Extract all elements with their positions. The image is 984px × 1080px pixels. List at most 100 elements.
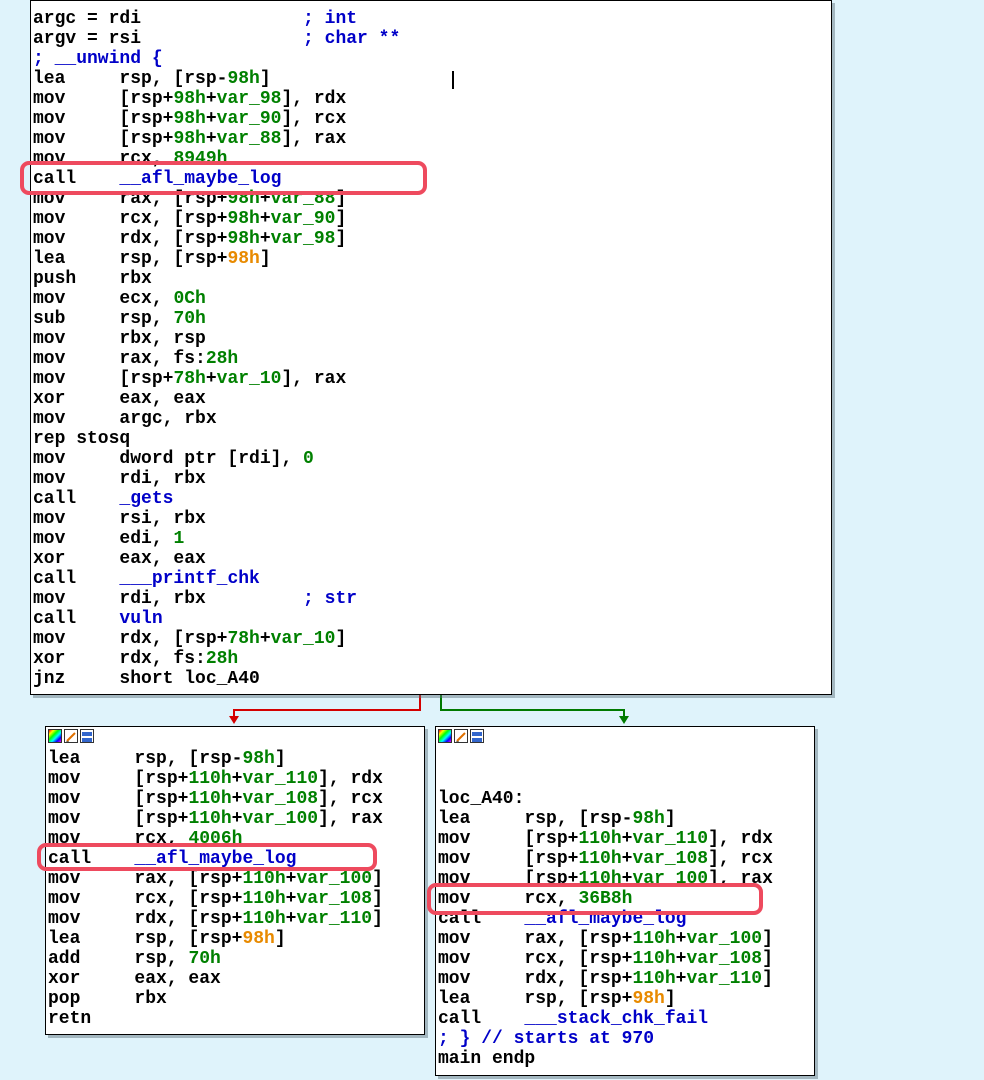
code-line[interactable]: loc_A40: (438, 789, 814, 809)
code-line[interactable]: mov [rsp+110h+var_108], rcx (48, 789, 424, 809)
code-token: ], rdx (318, 769, 383, 789)
code-line[interactable]: pop rbx (48, 989, 424, 1009)
code-token: var_108 (686, 949, 763, 969)
code-token: 28h (205, 349, 239, 369)
code-line[interactable]: lea rsp, [rsp+98h] (48, 929, 424, 949)
code-token: var_98 (270, 229, 336, 249)
code-token: rep stosq (33, 429, 131, 449)
group-nodes-icon[interactable] (80, 729, 94, 743)
code-line[interactable]: retn (48, 1009, 424, 1029)
code-token: + (675, 949, 687, 969)
group-nodes-icon[interactable] (470, 729, 484, 743)
code-line[interactable]: mov edi, 1 (33, 529, 831, 549)
code-line[interactable]: argc = rdi ; int (33, 9, 831, 29)
code-line[interactable]: mov rcx, [rsp+110h+var_108] (48, 889, 424, 909)
code-token: lea rsp, [rsp+ (48, 929, 243, 949)
code-line[interactable]: mov ecx, 0Ch (33, 289, 831, 309)
edge-true-branch (233, 694, 421, 718)
code-line[interactable]: lea rsp, [rsp+98h] (33, 249, 831, 269)
code-line[interactable]: argv = rsi ; char ** (33, 29, 831, 49)
code-line[interactable]: lea rsp, [rsp-98h] (438, 809, 814, 829)
code-token: ], rax (281, 369, 347, 389)
code-line[interactable]: mov rdi, rbx ; str (33, 589, 831, 609)
code-line[interactable]: mov argc, rbx (33, 409, 831, 429)
code-line[interactable]: add rsp, 70h (48, 949, 424, 969)
code-line[interactable]: mov rdx, [rsp+110h+var_110] (438, 969, 814, 989)
code-line[interactable]: lea rsp, [rsp-98h] (48, 749, 424, 769)
code-token: var_10 (216, 369, 282, 389)
color-palette-icon[interactable] (438, 729, 452, 743)
code-line[interactable]: mov [rsp+110h+var_110], rdx (48, 769, 424, 789)
code-line[interactable]: call ___printf_chk (33, 569, 831, 589)
code-line[interactable]: mov rdx, [rsp+78h+var_10] (33, 629, 831, 649)
code-token: var_10 (270, 629, 336, 649)
code-token: mov dword ptr [rdi], (33, 449, 304, 469)
code-line[interactable]: mov [rsp+98h+var_90], rcx (33, 109, 831, 129)
code-line[interactable]: call _gets (33, 489, 831, 509)
code-line[interactable]: push rbx (33, 269, 831, 289)
left-code-block[interactable]: lea rsp, [rsp-98h] mov [rsp+110h+var_110]… (45, 726, 425, 1035)
code-line[interactable]: xor eax, eax (33, 389, 831, 409)
code-token: retn (48, 1009, 92, 1029)
code-line[interactable]: mov [rsp+110h+var_100], rax (48, 809, 424, 829)
code-token: mov [rsp+ (33, 129, 174, 149)
color-palette-icon[interactable] (48, 729, 62, 743)
code-line[interactable]: mov dword ptr [rdi], 0 (33, 449, 831, 469)
code-token: ] (335, 629, 347, 649)
code-token: var_90 (216, 109, 282, 129)
code-line[interactable] (438, 769, 814, 789)
code-line[interactable]: mov rdx, [rsp+110h+var_110] (48, 909, 424, 929)
main-code-block[interactable]: argc = rdi ; int argv = rsi ; char **; __… (30, 0, 832, 695)
code-line[interactable]: mov [rsp+110h+var_108], rcx (438, 849, 814, 869)
code-line[interactable]: xor eax, eax (33, 549, 831, 569)
code-token: ], rax (318, 809, 383, 829)
code-line[interactable]: mov rsi, rbx (33, 509, 831, 529)
code-line[interactable]: main endp (438, 1049, 814, 1069)
code-line[interactable]: lea rsp, [rsp+98h] (438, 989, 814, 1009)
code-token: _gets (119, 489, 174, 509)
code-line[interactable]: mov [rsp+110h+var_110], rdx (438, 829, 814, 849)
code-line[interactable]: rep stosq (33, 429, 831, 449)
code-line[interactable]: call vuln (33, 609, 831, 629)
code-token: ] (274, 929, 286, 949)
code-token: var_88 (216, 129, 282, 149)
code-line[interactable]: xor rdx, fs:28h (33, 649, 831, 669)
code-line[interactable]: mov rdx, [rsp+98h+var_98] (33, 229, 831, 249)
code-token: 28h (205, 649, 239, 669)
code-line[interactable]: ; } // starts at 970 (438, 1029, 814, 1049)
code-line[interactable]: xor eax, eax (48, 969, 424, 989)
code-token: ; __unwind { (33, 49, 163, 69)
afl-call-highlight-left (37, 843, 377, 871)
code-token: var_100 (242, 809, 319, 829)
code-line[interactable]: mov [rsp+78h+var_10], rax (33, 369, 831, 389)
code-token: mov rbx, rsp (33, 329, 206, 349)
code-line[interactable]: sub rsp, 70h (33, 309, 831, 329)
code-token: 98h (173, 89, 206, 109)
code-token: 1 (173, 529, 185, 549)
code-line[interactable]: mov rcx, [rsp+98h+var_90] (33, 209, 831, 229)
code-line[interactable]: ; __unwind { (33, 49, 831, 69)
code-line[interactable]: mov rax, fs:28h (33, 349, 831, 369)
rename-icon[interactable] (64, 729, 78, 743)
code-line[interactable]: mov [rsp+98h+var_88], rax (33, 129, 831, 149)
code-line[interactable]: mov rcx, [rsp+110h+var_108] (438, 949, 814, 969)
code-token: ; } // starts at 970 (438, 1029, 655, 1049)
code-token: + (231, 809, 243, 829)
rename-icon[interactable] (454, 729, 468, 743)
code-line[interactable]: mov rax, [rsp+110h+var_100] (48, 869, 424, 889)
code-token: mov argc, rbx (33, 409, 217, 429)
code-token: ] (762, 969, 773, 989)
code-line[interactable]: mov rax, [rsp+110h+var_100] (438, 929, 814, 949)
code-token: mov [rsp+ (48, 789, 189, 809)
code-token: 110h (188, 769, 232, 789)
code-line[interactable]: lea rsp, [rsp-98h] (33, 69, 831, 89)
code-token: add rsp, (48, 949, 189, 969)
code-line[interactable]: mov [rsp+98h+var_98], rdx (33, 89, 831, 109)
code-line[interactable]: mov rdi, rbx (33, 469, 831, 489)
code-line[interactable]: jnz short loc_A40 (33, 669, 831, 689)
code-line[interactable]: call ___stack_chk_fail (438, 1009, 814, 1029)
code-line[interactable]: mov rbx, rsp (33, 329, 831, 349)
code-token: mov rax, [rsp+ (438, 929, 633, 949)
edge-true-arrowhead (229, 716, 239, 724)
code-token: 0Ch (173, 289, 206, 309)
